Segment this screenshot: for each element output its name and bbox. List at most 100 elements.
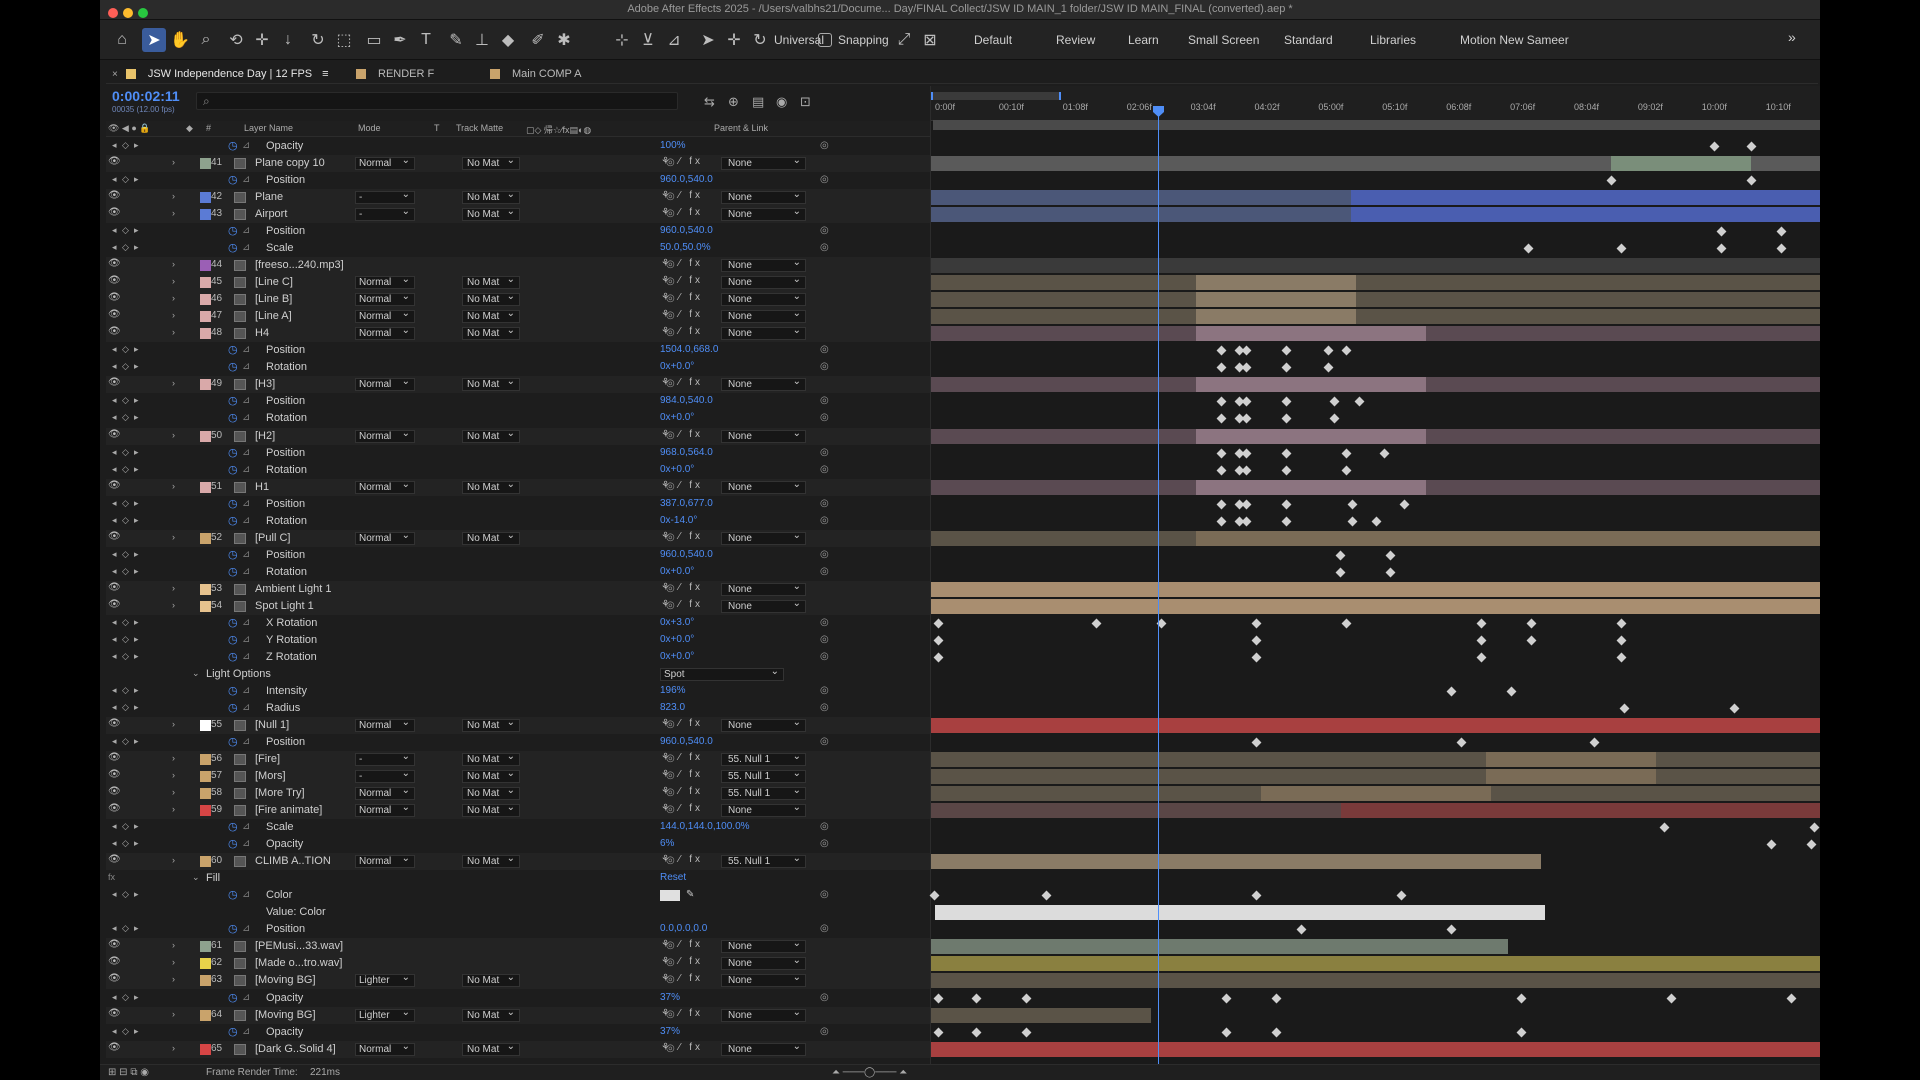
add-keyframe-icon[interactable]: ◇: [122, 225, 129, 236]
blend-mode-select[interactable]: Normal: [355, 308, 415, 323]
keyframe[interactable]: [1347, 499, 1358, 510]
motion-blur-icon[interactable]: ◉: [776, 94, 787, 110]
property-value[interactable]: 0x+0.0°: [660, 651, 694, 662]
parent-select[interactable]: None: [721, 802, 806, 817]
property-row[interactable]: ◂ ◇ ▸ ◷ ⊿ Z Rotation 0x+0.0° ◎: [106, 649, 930, 666]
keyframe[interactable]: [1776, 243, 1787, 254]
stopwatch-icon[interactable]: ◷: [228, 684, 238, 697]
expand-arrow-icon[interactable]: ›: [172, 378, 175, 388]
graph-icon[interactable]: ⊿: [242, 838, 250, 849]
parent-pickwhip-icon[interactable]: ◎: [666, 787, 675, 798]
keyframe[interactable]: [1335, 567, 1346, 578]
layer-name[interactable]: [H2]: [255, 430, 275, 442]
next-keyframe-icon[interactable]: ▸: [134, 651, 139, 662]
visibility-eye-icon[interactable]: 👁: [108, 803, 121, 814]
blend-mode-select[interactable]: Normal: [355, 530, 415, 545]
prev-keyframe-icon[interactable]: ◂: [112, 838, 117, 849]
keyframe[interactable]: [933, 635, 944, 646]
expand-arrow-icon[interactable]: ›: [172, 157, 175, 167]
graph-icon[interactable]: ⊿: [242, 344, 250, 355]
next-keyframe-icon[interactable]: ▸: [134, 447, 139, 458]
next-keyframe-icon[interactable]: ▸: [134, 412, 139, 423]
layer-row[interactable]: 👁 › 61 [PEMusi...33.wav] ⚘ ⁄ fx ◎ None: [106, 938, 930, 955]
keyframe[interactable]: [1385, 567, 1396, 578]
visibility-eye-icon[interactable]: 👁: [108, 1042, 121, 1053]
expression-pickwhip-icon[interactable]: ◎: [820, 464, 829, 475]
keyframe[interactable]: [933, 1027, 944, 1038]
layer-row[interactable]: 👁›56[Fire]-No Mat⚘ ⁄ fx◎55. Null 1: [106, 751, 930, 768]
track-matte-select[interactable]: No Mat: [462, 291, 520, 306]
keyframe[interactable]: [1329, 413, 1340, 424]
parent-select[interactable]: None: [721, 428, 806, 443]
property-value[interactable]: 387.0,677.0: [660, 498, 713, 509]
parent-pickwhip-icon[interactable]: ◎: [666, 276, 675, 287]
parent-pickwhip-icon[interactable]: ◎: [666, 600, 675, 611]
selection-tool-icon[interactable]: ➤: [142, 28, 166, 52]
layer-row[interactable]: 👁›49[H3]NormalNo Mat⚘ ⁄ fx◎None: [106, 376, 930, 393]
add-keyframe-icon[interactable]: ◇: [122, 651, 129, 662]
blend-mode-select[interactable]: Normal: [355, 155, 415, 170]
eraser-tool-icon[interactable]: ◆: [496, 28, 520, 52]
property-row[interactable]: ◂ ◇ ▸ ◷ ⊿ Radius 823.0 ◎: [106, 700, 930, 717]
keyframe[interactable]: [1251, 635, 1262, 646]
blend-mode-select[interactable]: Normal: [355, 428, 415, 443]
next-keyframe-icon[interactable]: ▸: [134, 1026, 139, 1037]
workspace-small-screen[interactable]: Small Screen: [1188, 33, 1259, 47]
keyframe[interactable]: [1746, 141, 1757, 152]
expand-arrow-icon[interactable]: ›: [172, 430, 175, 440]
label-color-swatch[interactable]: [200, 328, 211, 339]
graph-icon[interactable]: ⊿: [242, 702, 250, 713]
stopwatch-icon[interactable]: ◷: [228, 394, 238, 407]
next-keyframe-icon[interactable]: ▸: [134, 242, 139, 253]
parent-pickwhip-icon[interactable]: ◎: [666, 719, 675, 730]
keyframe[interactable]: [1341, 465, 1352, 476]
stopwatch-icon[interactable]: ◷: [228, 1025, 238, 1038]
layer-duration-bar[interactable]: [1486, 769, 1656, 784]
label-color-swatch[interactable]: [200, 601, 211, 612]
layer-duration-bar[interactable]: [931, 582, 1820, 597]
prev-keyframe-icon[interactable]: ◂: [112, 140, 117, 151]
layer-duration-bar[interactable]: [1196, 326, 1426, 341]
parent-pickwhip-icon[interactable]: ◎: [666, 957, 675, 968]
graph-icon[interactable]: ⊿: [242, 361, 250, 372]
keyframe[interactable]: [1216, 448, 1227, 459]
keyframe[interactable]: [1281, 413, 1292, 424]
keyframe[interactable]: [1526, 618, 1537, 629]
layer-name[interactable]: [Moving BG]: [255, 974, 316, 986]
prev-keyframe-icon[interactable]: ◂: [112, 821, 117, 832]
prev-keyframe-icon[interactable]: ◂: [112, 685, 117, 696]
stopwatch-icon[interactable]: ◷: [228, 514, 238, 527]
property-row[interactable]: ◂ ◇ ▸ ◷ ⊿ Position 984.0,540.0 ◎: [106, 393, 930, 410]
layer-row[interactable]: 👁›60CLIMB A..TIONNormalNo Mat⚘ ⁄ fx◎55. …: [106, 853, 930, 870]
parent-pickwhip-icon[interactable]: ◎: [666, 1009, 675, 1020]
graph-icon[interactable]: ⊿: [242, 242, 250, 253]
property-value[interactable]: 960.0,540.0: [660, 736, 713, 747]
stopwatch-icon[interactable]: ◷: [228, 463, 238, 476]
track-matte-select[interactable]: No Mat: [462, 274, 520, 289]
next-keyframe-icon[interactable]: ▸: [134, 838, 139, 849]
graph-icon[interactable]: ⊿: [242, 447, 250, 458]
layer-name[interactable]: H4: [255, 327, 269, 339]
property-row[interactable]: ◂ ◇ ▸ ◷ ⊿ Position 0.0,0.0,0.0 ◎: [106, 921, 930, 938]
add-keyframe-icon[interactable]: ◇: [122, 992, 129, 1003]
graph-icon[interactable]: ⊿: [242, 634, 250, 645]
visibility-eye-icon[interactable]: 👁: [108, 275, 121, 286]
expand-arrow-icon[interactable]: ›: [172, 481, 175, 491]
parent-pickwhip-icon[interactable]: ◎: [666, 583, 675, 594]
keyframe[interactable]: [1456, 737, 1467, 748]
layer-duration-bar[interactable]: [1196, 429, 1426, 444]
property-row[interactable]: ◂ ◇ ▸ ◷ ⊿ Position 968.0,564.0 ◎: [106, 445, 930, 462]
property-value[interactable]: 0x+3.0°: [660, 617, 694, 628]
stopwatch-icon[interactable]: ◷: [228, 701, 238, 714]
parent-select[interactable]: None: [721, 530, 806, 545]
prev-keyframe-icon[interactable]: ◂: [112, 225, 117, 236]
stopwatch-icon[interactable]: ◷: [228, 820, 238, 833]
keyframe[interactable]: [1281, 499, 1292, 510]
layer-duration-bar[interactable]: [1341, 803, 1820, 818]
parent-select[interactable]: None: [721, 257, 806, 272]
parent-select[interactable]: None: [721, 308, 806, 323]
keyframe[interactable]: [1516, 1027, 1527, 1038]
graph-icon[interactable]: ⊿: [242, 992, 250, 1003]
layer-row[interactable]: 👁›41Plane copy 10NormalNo Mat⚘ ⁄ fx◎None: [106, 155, 930, 172]
keyframe[interactable]: [1251, 618, 1262, 629]
